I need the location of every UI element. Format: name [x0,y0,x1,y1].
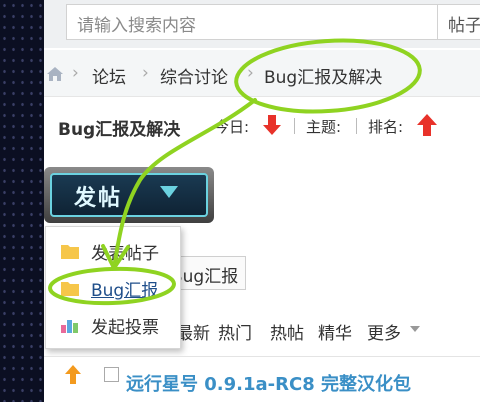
rank-label: 排名: [368,118,404,136]
today-label: 今日: [214,118,250,136]
breadcrumb-forum[interactable]: 论坛 [92,63,126,88]
menu-item-label: Bug汇报 [91,281,159,301]
breadcrumb-separator: › [72,63,79,83]
menu-item-label: 发表帖子 [91,244,159,264]
forum-title: Bug汇报及解决 [58,120,181,140]
thread-checkbox[interactable] [104,367,119,382]
breadcrumb-separator: › [247,63,254,83]
filter-more[interactable]: 更多 [367,319,401,344]
thread-title-link[interactable]: 远行星号 0.9.1a-RC8 完整汉化包 [126,370,411,396]
stat-divider [356,118,357,134]
menu-item-start-poll[interactable]: 发起投票 [46,306,180,342]
pinned-up-icon [65,365,81,384]
filter-hot-threads[interactable]: 热帖 [270,319,304,344]
folder-icon [61,282,79,296]
post-button-label: 发帖 [74,186,123,211]
filter-latest[interactable]: 最新 [176,319,210,344]
breadcrumb-current[interactable]: Bug汇报及解决 [264,63,382,88]
menu-item-new-post[interactable]: 发表帖子 [46,232,180,268]
post-button[interactable]: 发帖 [44,167,214,223]
breadcrumb-separator: › [142,63,149,83]
breadcrumb-section[interactable]: 综合讨论 [160,63,228,88]
arrow-down-icon [263,115,281,135]
search-type-select[interactable]: 帖子 [438,4,480,40]
menu-item-bug-report[interactable]: Bug汇报 [46,269,180,305]
home-icon[interactable] [46,66,64,82]
stat-divider [294,118,295,134]
folder-icon [61,245,79,259]
more-caret-icon [410,326,420,332]
chevron-down-icon [160,186,178,198]
filter-hot[interactable]: 热门 [218,319,252,344]
post-type-menu: 发表帖子 Bug汇报 发起投票 [45,226,181,349]
filter-featured[interactable]: 精华 [318,319,352,344]
side-background [0,0,44,402]
arrow-up-icon [417,114,437,136]
menu-item-label: 发起投票 [91,318,159,338]
topics-label: 主题: [306,118,342,136]
poll-chart-icon [61,320,78,333]
search-input[interactable]: 请输入搜索内容 [66,4,438,40]
